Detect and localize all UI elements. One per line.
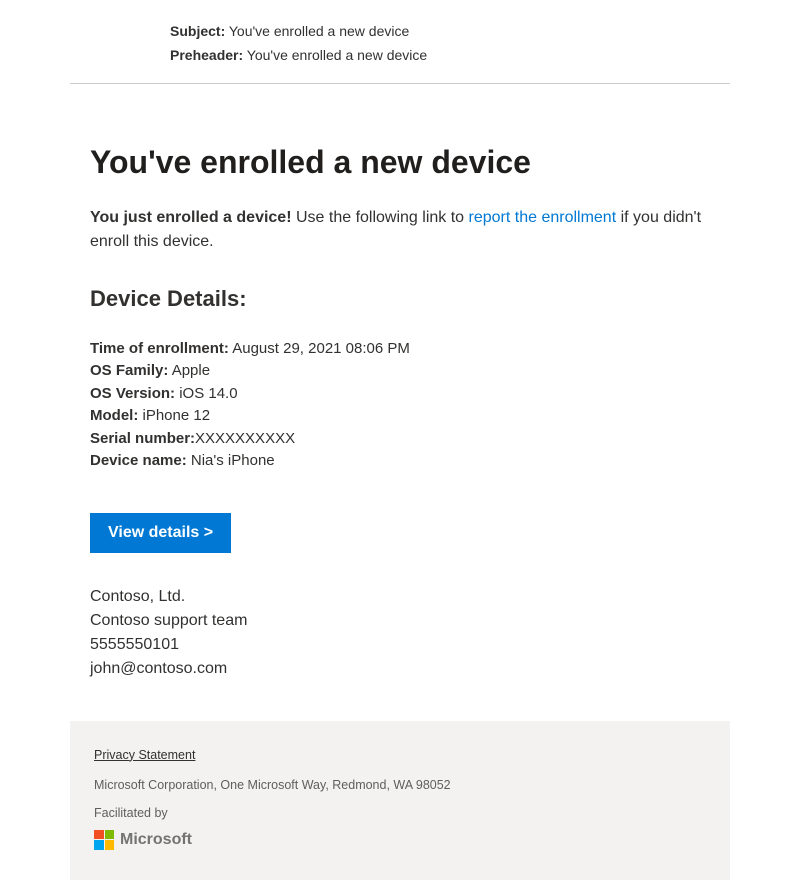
detail-model-value: iPhone 12	[138, 407, 210, 424]
footer-address: Microsoft Corporation, One Microsoft Way…	[94, 778, 706, 792]
contact-team: Contoso support team	[90, 609, 710, 633]
privacy-link[interactable]: Privacy Statement	[94, 748, 195, 762]
footer: Privacy Statement Microsoft Corporation,…	[70, 721, 730, 880]
detail-os-version: OS Version: iOS 14.0	[90, 383, 710, 406]
contact-email: john@contoso.com	[90, 657, 710, 681]
view-details-button[interactable]: View details >	[90, 513, 231, 553]
footer-facilitated: Facilitated by	[94, 806, 706, 820]
preheader-label: Preheader:	[170, 47, 243, 63]
subject-value: You've enrolled a new device	[229, 23, 409, 39]
detail-serial-value: XXXXXXXXXX	[195, 430, 295, 447]
detail-serial-label: Serial number:	[90, 430, 195, 447]
microsoft-brand-name: Microsoft	[120, 831, 192, 849]
intro-paragraph: You just enrolled a device! Use the foll…	[90, 206, 710, 254]
subject-row: Subject: You've enrolled a new device	[170, 20, 630, 44]
detail-device-name-value: Nia's iPhone	[187, 452, 275, 469]
ms-square-green	[105, 830, 115, 840]
device-details-heading: Device Details:	[90, 286, 710, 312]
subject-label: Subject:	[170, 23, 225, 39]
email-meta-header: Subject: You've enrolled a new device Pr…	[70, 0, 730, 84]
ms-square-blue	[94, 840, 104, 850]
report-enrollment-link[interactable]: report the enrollment	[469, 209, 617, 226]
detail-os-family: OS Family: Apple	[90, 360, 710, 383]
detail-serial: Serial number:XXXXXXXXXX	[90, 428, 710, 451]
intro-before-link: Use the following link to	[292, 209, 469, 226]
microsoft-squares-icon	[94, 830, 114, 850]
intro-bold: You just enrolled a device!	[90, 209, 292, 226]
detail-model: Model: iPhone 12	[90, 405, 710, 428]
detail-time: Time of enrollment: August 29, 2021 08:0…	[90, 338, 710, 361]
detail-os-family-label: OS Family:	[90, 362, 168, 379]
detail-os-version-value: iOS 14.0	[175, 385, 238, 402]
ms-square-red	[94, 830, 104, 840]
detail-os-version-label: OS Version:	[90, 385, 175, 402]
preheader-value: You've enrolled a new device	[247, 47, 427, 63]
detail-device-name: Device name: Nia's iPhone	[90, 450, 710, 473]
page-title: You've enrolled a new device	[90, 144, 710, 181]
detail-device-name-label: Device name:	[90, 452, 187, 469]
contact-block: Contoso, Ltd. Contoso support team 55555…	[90, 585, 710, 681]
detail-model-label: Model:	[90, 407, 138, 424]
ms-square-yellow	[105, 840, 115, 850]
preheader-row: Preheader: You've enrolled a new device	[170, 44, 630, 68]
detail-time-label: Time of enrollment:	[90, 340, 229, 357]
detail-os-family-value: Apple	[168, 362, 210, 379]
microsoft-logo: Microsoft	[94, 830, 706, 850]
detail-time-value: August 29, 2021 08:06 PM	[229, 340, 410, 357]
email-body: You've enrolled a new device You just en…	[0, 84, 800, 721]
device-details-list: Time of enrollment: August 29, 2021 08:0…	[90, 338, 710, 473]
contact-phone: 5555550101	[90, 633, 710, 657]
contact-company: Contoso, Ltd.	[90, 585, 710, 609]
